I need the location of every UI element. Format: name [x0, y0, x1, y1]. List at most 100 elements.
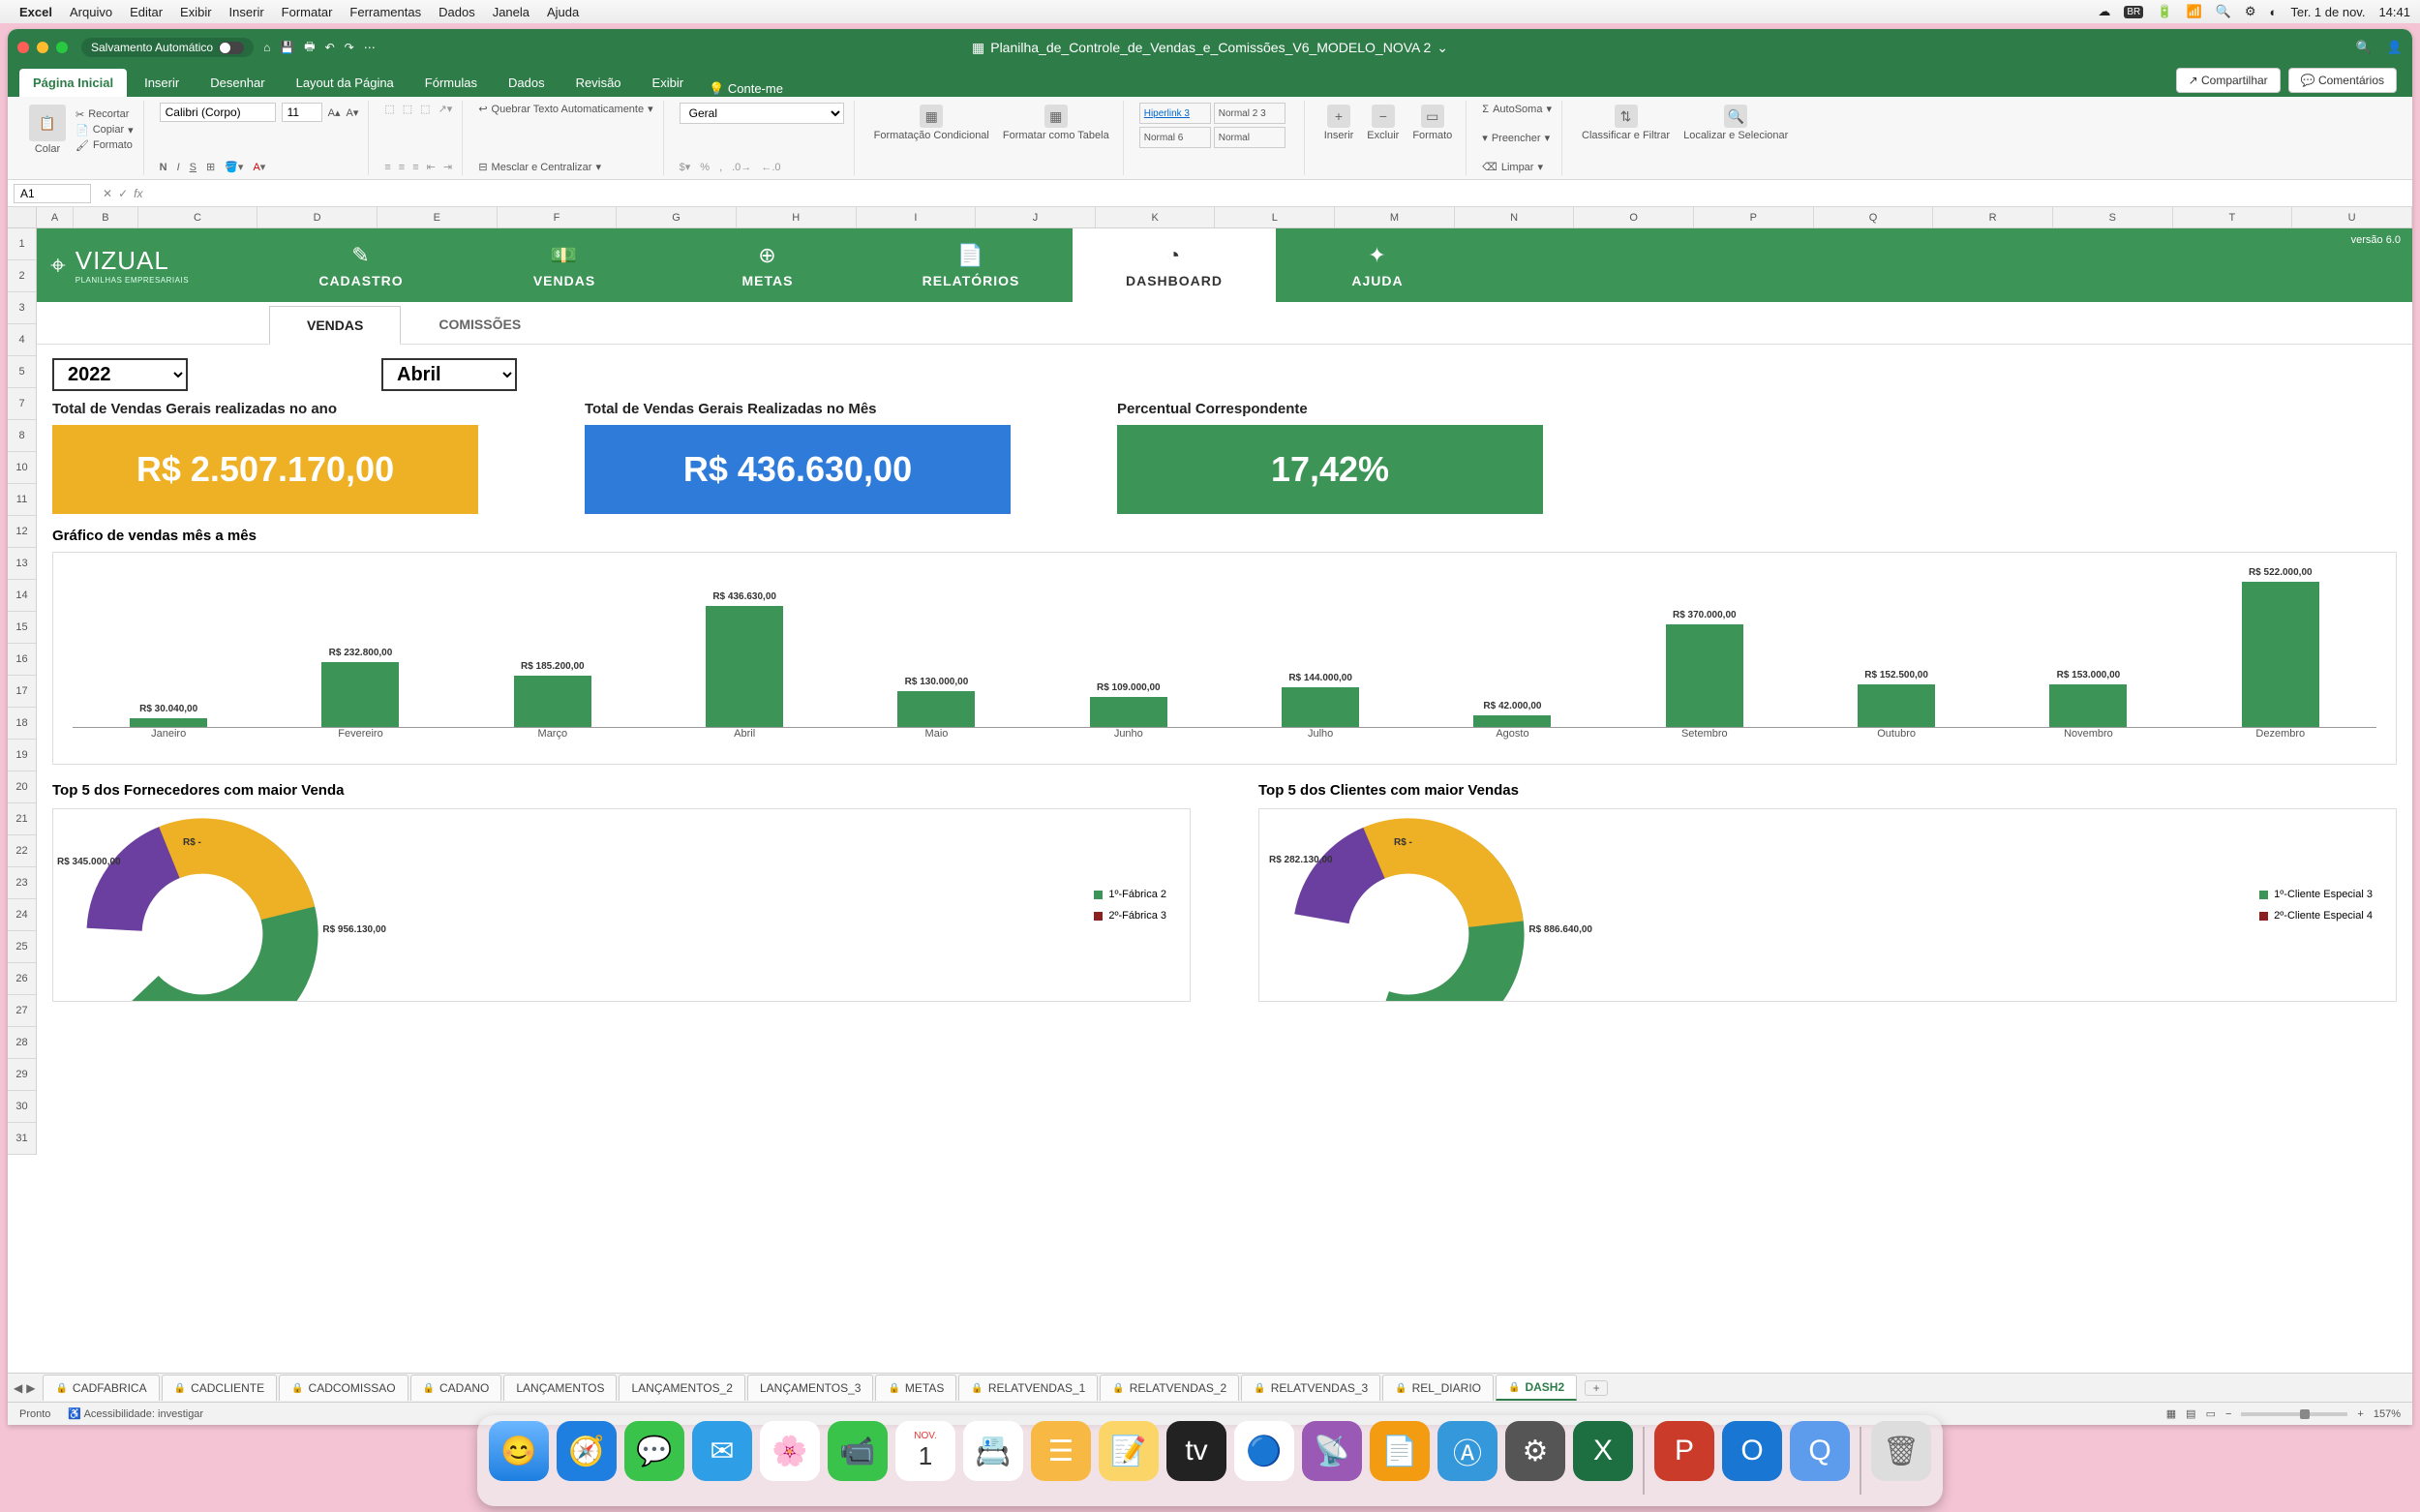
font-color-icon[interactable]: A▾: [253, 161, 265, 173]
fx-icon[interactable]: fx: [134, 187, 142, 200]
maximize-window-button[interactable]: [56, 42, 68, 53]
ribbon-tab-view[interactable]: Exibir: [639, 69, 698, 97]
sheet-canvas[interactable]: ⌖ VIZUAL PLANILHAS EMPRESARIAIS ✎CADASTR…: [37, 228, 2412, 1373]
nav-ajuda[interactable]: ✦AJUDA: [1276, 228, 1479, 302]
month-select[interactable]: Abril: [381, 358, 517, 391]
view-normal-icon[interactable]: ▦: [2166, 1407, 2176, 1420]
podcasts-icon[interactable]: 📡: [1302, 1421, 1362, 1481]
clear-button[interactable]: ⌫ Limpar ▾: [1482, 161, 1552, 173]
orientation-icon[interactable]: ↗▾: [439, 103, 453, 115]
zoom-out-icon[interactable]: −: [2225, 1408, 2231, 1420]
merge-button[interactable]: ⊟ Mesclar e Centralizar ▾: [478, 161, 652, 173]
undo-icon[interactable]: ↶: [325, 41, 335, 54]
user-icon[interactable]: 👤: [2387, 40, 2403, 55]
year-select[interactable]: 2022: [52, 358, 188, 391]
chevron-down-icon[interactable]: ⌄: [1437, 40, 1448, 56]
redo-icon[interactable]: ↷: [345, 41, 354, 54]
status-accessibility[interactable]: ♿ Acessibilidade: investigar: [68, 1407, 203, 1420]
ribbon-tab-layout[interactable]: Layout da Página: [283, 69, 408, 97]
cancel-formula-icon[interactable]: ✕: [103, 187, 112, 200]
formula-input[interactable]: [148, 185, 2412, 202]
insert-cells-button[interactable]: +Inserir: [1320, 103, 1358, 143]
excel-icon[interactable]: X: [1573, 1421, 1633, 1481]
style-item[interactable]: Normal 2 3: [1214, 103, 1286, 124]
find-select-button[interactable]: 🔍Localizar e Selecionar: [1679, 103, 1792, 143]
finder-icon[interactable]: 😊: [489, 1421, 549, 1481]
subtab-vendas[interactable]: VENDAS: [269, 306, 401, 345]
messages-icon[interactable]: 💬: [624, 1421, 684, 1481]
ribbon-tab-data[interactable]: Dados: [495, 69, 559, 97]
chrome-icon[interactable]: 🔵: [1234, 1421, 1294, 1481]
powerpoint-icon[interactable]: P: [1654, 1421, 1714, 1481]
format-painter-button[interactable]: 🖌 Formato: [76, 139, 134, 152]
menubar-item[interactable]: Editar: [130, 5, 163, 19]
menubar-time[interactable]: 14:41: [2378, 5, 2410, 19]
sheet-tab[interactable]: LANÇAMENTOS_2: [619, 1375, 744, 1401]
calendar-icon[interactable]: NOV.1: [895, 1421, 955, 1481]
fill-color-icon[interactable]: 🪣▾: [225, 161, 243, 173]
contacts-icon[interactable]: 📇: [963, 1421, 1023, 1481]
menubar-item[interactable]: Ferramentas: [349, 5, 421, 19]
underline-icon[interactable]: S: [190, 162, 197, 173]
menubar-item[interactable]: Dados: [439, 5, 475, 19]
menubar-item[interactable]: Janela: [493, 5, 529, 19]
align-top-icon[interactable]: ⬚: [384, 103, 394, 115]
align-left-icon[interactable]: ≡: [384, 162, 390, 173]
zoom-in-icon[interactable]: +: [2357, 1408, 2363, 1420]
tell-me-button[interactable]: 💡 Conte-me: [709, 81, 783, 97]
comma-icon[interactable]: ,: [719, 162, 722, 173]
decrease-font-icon[interactable]: A▾: [347, 106, 359, 119]
pages-icon[interactable]: 📄: [1370, 1421, 1430, 1481]
bold-icon[interactable]: N: [160, 162, 167, 173]
zoom-value[interactable]: 157%: [2374, 1408, 2401, 1420]
increase-font-icon[interactable]: A▴: [328, 106, 341, 119]
appstore-icon[interactable]: Ⓐ: [1437, 1421, 1497, 1481]
menubar-app[interactable]: Excel: [19, 5, 52, 19]
delete-cells-button[interactable]: −Excluir: [1363, 103, 1403, 143]
search-icon[interactable]: 🔍: [2216, 4, 2231, 19]
ribbon-tab-review[interactable]: Revisão: [562, 69, 635, 97]
safari-icon[interactable]: 🧭: [557, 1421, 617, 1481]
style-item[interactable]: Hiperlink 3: [1139, 103, 1211, 124]
menubar-item[interactable]: Ajuda: [547, 5, 579, 19]
nav-cadastro[interactable]: ✎CADASTRO: [259, 228, 463, 302]
save-icon[interactable]: 💾: [280, 41, 294, 54]
row-headers[interactable]: 1234578101112131415161718192021222324252…: [8, 228, 37, 1155]
italic-icon[interactable]: I: [177, 162, 180, 173]
menubar-item[interactable]: Arquivo: [70, 5, 112, 19]
input-lang-icon[interactable]: BR: [2124, 6, 2143, 18]
tray-icon[interactable]: ☁: [2098, 4, 2110, 19]
photos-icon[interactable]: 🌸: [760, 1421, 820, 1481]
minimize-window-button[interactable]: [37, 42, 48, 53]
notes-icon[interactable]: 📝: [1099, 1421, 1159, 1481]
sheet-tab[interactable]: 🔒CADCLIENTE: [162, 1375, 277, 1401]
cut-button[interactable]: ✂ Recortar: [76, 108, 134, 121]
home-icon[interactable]: ⌂: [263, 41, 270, 54]
autosave-toggle[interactable]: Salvamento Automático: [81, 38, 254, 57]
column-headers[interactable]: ABCDEFGHIJKLMNOPQRSTU: [37, 207, 2412, 228]
outlook-icon[interactable]: O: [1722, 1421, 1782, 1481]
view-break-icon[interactable]: ▭: [2206, 1407, 2216, 1420]
more-icon[interactable]: ⋯: [364, 41, 376, 54]
nav-relatorios[interactable]: 📄RELATÓRIOS: [869, 228, 1073, 302]
comments-button[interactable]: 💬 Comentários: [2288, 68, 2397, 93]
sheet-tab[interactable]: LANÇAMENTOS: [503, 1375, 617, 1401]
decrease-decimal-icon[interactable]: ←.0: [761, 162, 780, 173]
search-icon[interactable]: 🔍: [2356, 40, 2372, 55]
sheet-tab[interactable]: LANÇAMENTOS_3: [747, 1375, 873, 1401]
percent-icon[interactable]: %: [700, 162, 710, 173]
siri-icon[interactable]: ◐: [2270, 5, 2278, 19]
font-size-combo[interactable]: [282, 103, 322, 122]
print-icon[interactable]: 🖶: [304, 38, 315, 58]
sheet-tab[interactable]: 🔒CADCOMISSAO: [279, 1375, 408, 1401]
name-box[interactable]: [14, 184, 91, 203]
ribbon-tab-draw[interactable]: Desenhar: [197, 69, 278, 97]
ribbon-tab-insert[interactable]: Inserir: [131, 69, 193, 97]
close-window-button[interactable]: [17, 42, 29, 53]
wifi-icon[interactable]: 📶: [2186, 4, 2201, 19]
zoom-slider[interactable]: [2241, 1412, 2347, 1416]
sheet-tab[interactable]: 🔒DASH2: [1496, 1375, 1577, 1401]
nav-metas[interactable]: ⊕METAS: [666, 228, 869, 302]
nav-vendas[interactable]: 💵VENDAS: [463, 228, 666, 302]
paste-button[interactable]: 📋Colar: [25, 103, 70, 157]
